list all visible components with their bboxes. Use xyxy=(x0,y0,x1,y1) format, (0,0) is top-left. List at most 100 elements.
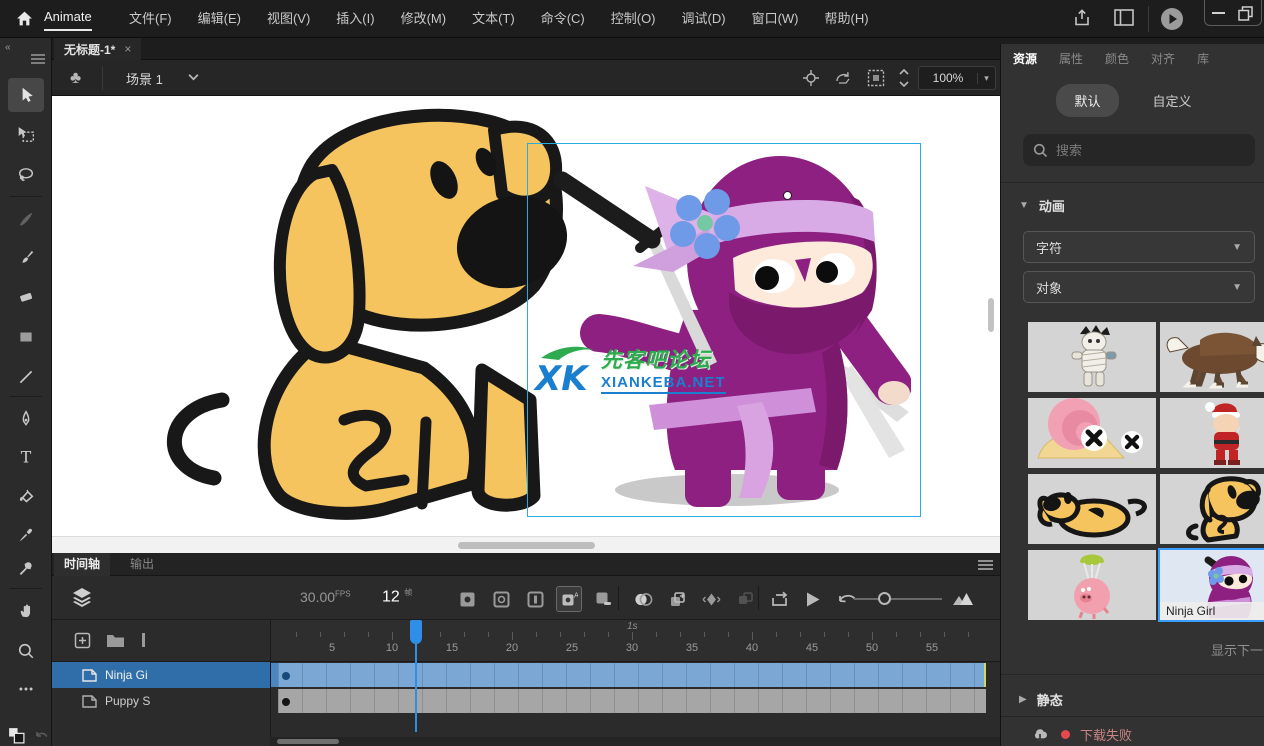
classic-brush-tool[interactable] xyxy=(8,240,44,274)
timeline-hscroll-thumb[interactable] xyxy=(277,739,339,744)
fps-value[interactable]: 30.00FPS xyxy=(300,589,351,605)
asset-thumb-wolf[interactable] xyxy=(1160,322,1264,392)
minimize-icon[interactable] xyxy=(1212,12,1225,14)
home-icon[interactable] xyxy=(16,10,33,27)
rotate-view-icon[interactable] xyxy=(834,69,853,87)
scene-name[interactable]: 场景 1 xyxy=(126,69,163,88)
onion-skin-icon[interactable] xyxy=(630,586,656,612)
keyframe-dot[interactable] xyxy=(282,698,290,706)
timeline-hscrollbar[interactable] xyxy=(270,737,1000,746)
new-folder-icon[interactable] xyxy=(106,633,125,648)
scene-chevron-down-icon[interactable] xyxy=(188,73,199,81)
menu-item[interactable]: 命令(C) xyxy=(528,0,598,38)
section-static[interactable]: ▶ 静态 xyxy=(1019,690,1063,709)
show-next-link[interactable]: 显示下一个 xyxy=(1211,640,1264,659)
menu-item[interactable]: 调试(D) xyxy=(669,0,739,38)
lasso-tool[interactable] xyxy=(8,158,44,192)
eraser-tool[interactable] xyxy=(8,280,44,314)
ninja-girl-artwork[interactable] xyxy=(537,150,911,510)
timeline-zoom-slider[interactable] xyxy=(854,598,942,600)
filter-characters[interactable]: 字符 ▼ xyxy=(1023,231,1255,263)
collapse-panel-icon[interactable]: « xyxy=(5,42,11,53)
hand-tool[interactable] xyxy=(8,594,44,628)
tab-library[interactable]: 库 xyxy=(1197,50,1209,67)
loop-playback-icon[interactable] xyxy=(766,586,792,612)
pen-tool[interactable] xyxy=(8,402,44,436)
create-tween-icon[interactable] xyxy=(698,586,724,612)
play-icon[interactable] xyxy=(800,586,826,612)
delete-layer-icon[interactable] xyxy=(142,633,145,647)
edit-multiple-frames-icon[interactable] xyxy=(664,586,690,612)
test-movie-icon[interactable] xyxy=(1160,7,1184,31)
swap-colors-icon[interactable] xyxy=(7,726,26,745)
layers-panel-icon[interactable] xyxy=(72,587,92,607)
section-animated[interactable]: ▼ 动画 xyxy=(1019,196,1065,215)
tab-output[interactable]: 输出 xyxy=(120,553,164,576)
canvas-hscroll-thumb[interactable] xyxy=(458,542,595,549)
layer-span-puppy[interactable] xyxy=(278,689,986,713)
zoom-tool[interactable] xyxy=(8,634,44,668)
tab-properties[interactable]: 属性 xyxy=(1059,50,1083,67)
frames-ruler[interactable]: 5101520253035404550551s xyxy=(271,620,1001,662)
asset-thumb-mummy[interactable] xyxy=(1028,322,1156,392)
timeline-menu-icon[interactable] xyxy=(978,560,993,570)
clip-outside-stage-icon[interactable] xyxy=(867,69,885,87)
document-tab[interactable]: 无标题-1* × xyxy=(54,38,141,60)
asset-thumb-dog-running[interactable] xyxy=(1028,474,1156,544)
new-layer-icon[interactable] xyxy=(74,632,91,649)
search-input[interactable] xyxy=(1056,143,1226,158)
puppy-sitting-artwork[interactable] xyxy=(122,100,572,520)
timeline-zoom-max-icon[interactable] xyxy=(950,586,976,612)
toolbar-menu-icon[interactable] xyxy=(31,54,45,64)
remove-frames-icon[interactable] xyxy=(590,586,616,612)
asset-thumb-santa[interactable] xyxy=(1160,398,1264,468)
asset-thumb-snail[interactable] xyxy=(1028,398,1156,468)
tab-align[interactable]: 对齐 xyxy=(1151,50,1175,67)
zoom-stepper-icon[interactable] xyxy=(898,67,910,89)
menu-item[interactable]: 视图(V) xyxy=(254,0,323,38)
menu-item[interactable]: 编辑(E) xyxy=(185,0,254,38)
canvas-horizontal-scrollbar[interactable] xyxy=(52,536,1000,553)
menu-item[interactable]: 帮助(H) xyxy=(812,0,882,38)
asset-thumb-pig-parachute[interactable] xyxy=(1028,550,1156,620)
menu-item[interactable]: 控制(O) xyxy=(598,0,669,38)
mode-custom[interactable]: 自定义 xyxy=(1135,84,1210,117)
app-name[interactable]: Animate xyxy=(44,9,92,31)
zoom-level-control[interactable]: 100% ▾ xyxy=(918,66,996,90)
insert-frame-icon[interactable] xyxy=(522,586,548,612)
mode-default[interactable]: 默认 xyxy=(1056,84,1118,117)
fluid-brush-tool[interactable] xyxy=(8,202,44,236)
layer-row-puppy[interactable]: Puppy S xyxy=(52,688,270,714)
auto-keyframe-icon[interactable]: A xyxy=(556,586,582,612)
layer-span-ninja[interactable] xyxy=(278,663,986,687)
line-tool[interactable] xyxy=(8,360,44,394)
asset-thumb-ninja-girl[interactable]: Ninja Girl xyxy=(1160,550,1264,620)
search-box[interactable] xyxy=(1023,134,1255,166)
more-tools-icon[interactable] xyxy=(8,672,44,706)
menu-item[interactable]: 文件(F) xyxy=(116,0,185,38)
transformation-point[interactable] xyxy=(783,191,792,200)
insert-keyframe-icon[interactable] xyxy=(454,586,480,612)
menu-item[interactable]: 插入(I) xyxy=(323,0,387,38)
undo-icon[interactable] xyxy=(34,728,50,744)
insert-blank-keyframe-icon[interactable] xyxy=(488,586,514,612)
layer-row-ninja-girl[interactable]: Ninja Gi xyxy=(52,662,270,688)
canvas-vertical-scrollbar[interactable] xyxy=(988,298,994,332)
workspace-icon[interactable] xyxy=(1114,9,1134,26)
timeline-zoom-knob[interactable] xyxy=(878,592,891,605)
menu-item[interactable]: 窗口(W) xyxy=(739,0,812,38)
selection-tool[interactable] xyxy=(8,78,44,112)
playhead-head[interactable] xyxy=(410,620,422,644)
close-tab-icon[interactable]: × xyxy=(124,42,131,56)
zoom-chevron-down-icon[interactable]: ▾ xyxy=(977,73,995,84)
menu-item[interactable]: 修改(M) xyxy=(388,0,460,38)
filter-objects[interactable]: 对象 ▼ xyxy=(1023,271,1255,303)
timeline-frames[interactable]: 5101520253035404550551s xyxy=(270,620,1000,746)
center-stage-icon[interactable] xyxy=(802,69,820,87)
text-tool[interactable]: T xyxy=(8,440,44,474)
edit-symbols-icon[interactable]: ♣ xyxy=(70,68,81,88)
tab-assets[interactable]: 资源 xyxy=(1013,50,1037,67)
tab-color[interactable]: 颜色 xyxy=(1105,50,1129,67)
eyedropper-tool[interactable] xyxy=(8,518,44,552)
keyframe-dot[interactable] xyxy=(282,672,290,680)
